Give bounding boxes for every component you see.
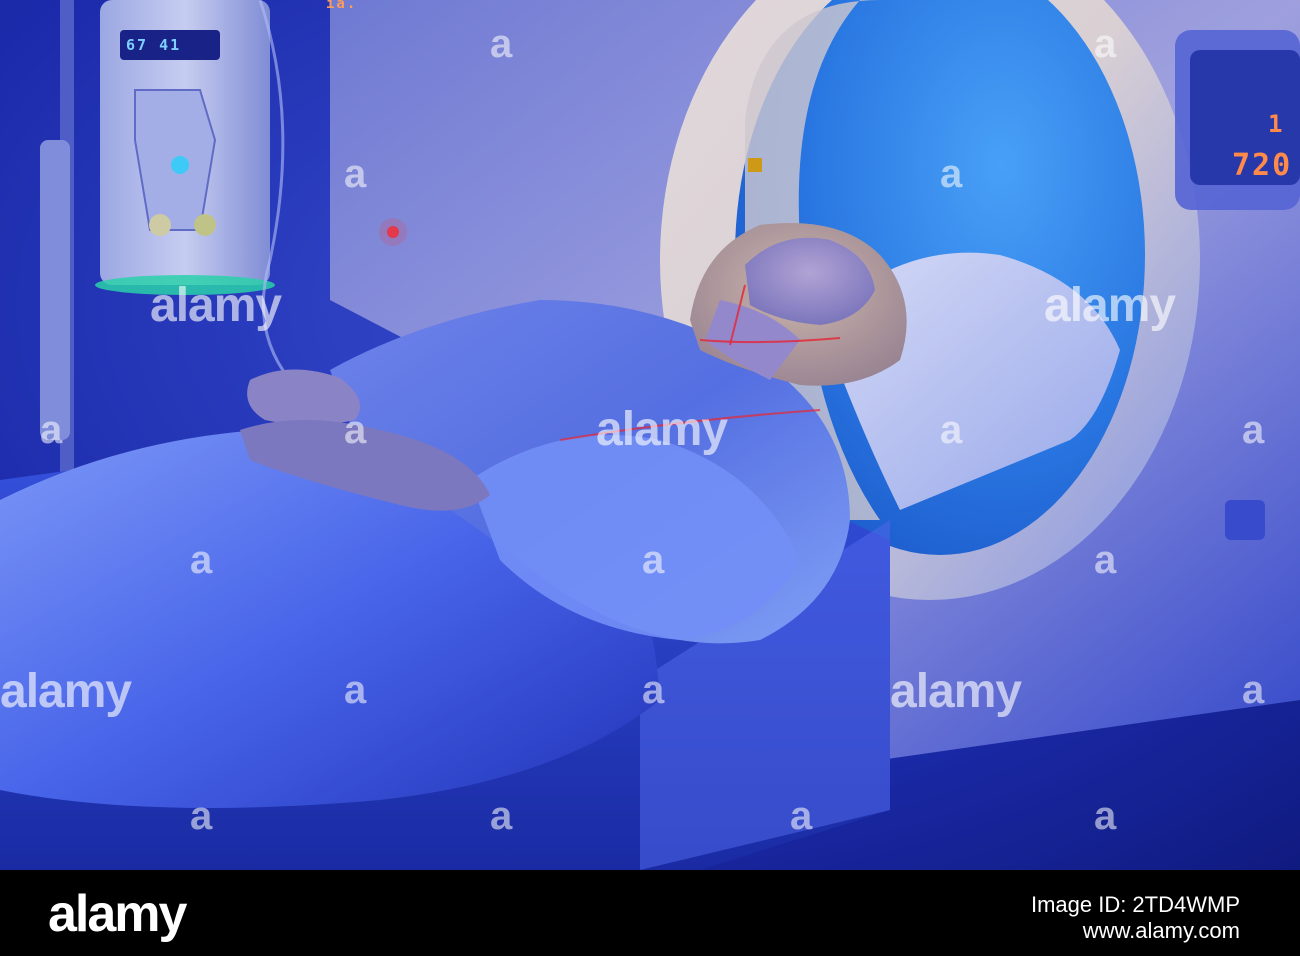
scanner-readout-top: 1 (1268, 110, 1285, 138)
top-device-readout: ia. (326, 0, 358, 12)
stock-footer-bar: alamy Image ID: 2TD4WMP www.alamy.com (0, 870, 1300, 956)
scanner-readout-bottom: 720 (1232, 148, 1293, 183)
ct-scan-scene: 67 41 ia. 1 720 alamy alamy alamy alamy … (0, 0, 1300, 870)
iv-pump-readout: 67 41 (126, 36, 182, 54)
scene-illustration (0, 0, 1300, 870)
footer-logo: alamy (48, 885, 187, 943)
ambient-blue-tint (0, 0, 1300, 870)
footer-image-info: Image ID: 2TD4WMP www.alamy.com (1031, 892, 1240, 944)
footer-image-id: Image ID: 2TD4WMP (1030, 892, 1240, 917)
footer-site-url: www.alamy.com (1082, 918, 1240, 943)
stock-photo: 67 41 ia. 1 720 alamy alamy alamy alamy … (0, 0, 1300, 956)
